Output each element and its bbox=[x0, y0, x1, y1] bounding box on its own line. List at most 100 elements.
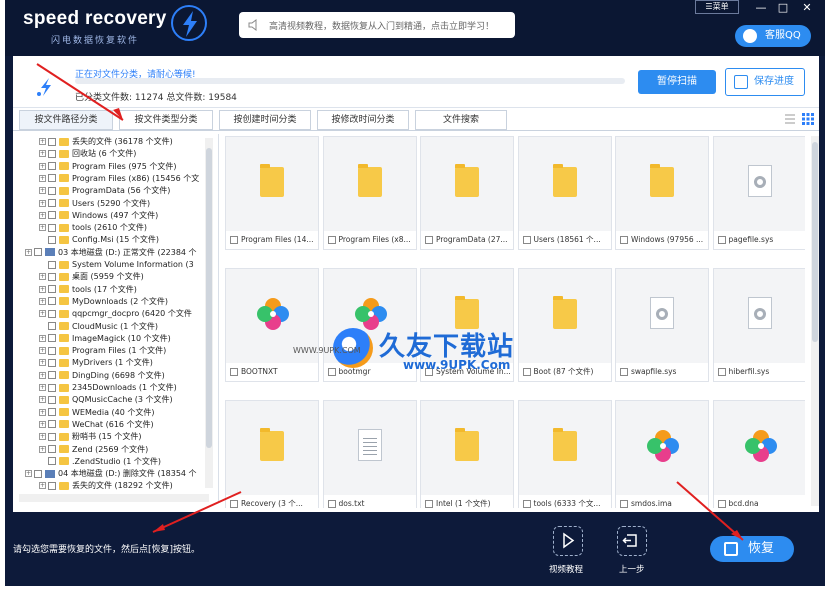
expand-icon[interactable]: + bbox=[39, 347, 46, 355]
tree-checkbox[interactable] bbox=[48, 223, 56, 232]
tree-checkbox[interactable] bbox=[48, 272, 56, 281]
tree-checkbox[interactable] bbox=[48, 309, 56, 318]
tree-checkbox[interactable] bbox=[48, 199, 56, 207]
file-card[interactable]: Users (18561 个... bbox=[517, 136, 612, 250]
tab-by-created-time[interactable]: 按创建时间分类 bbox=[219, 110, 311, 130]
tree-item[interactable]: + Zend (2569 个文件) bbox=[39, 444, 148, 456]
list-view-icon[interactable] bbox=[783, 112, 797, 126]
tree-item[interactable]: + tools (17 个文件) bbox=[39, 284, 137, 296]
tree-checkbox[interactable] bbox=[48, 371, 56, 380]
file-checkbox[interactable] bbox=[230, 368, 238, 376]
tree-checkbox[interactable] bbox=[48, 445, 56, 453]
menu-button[interactable]: ☰菜单 bbox=[695, 0, 739, 14]
file-checkbox[interactable] bbox=[620, 368, 628, 376]
expand-icon[interactable]: + bbox=[39, 334, 46, 342]
file-card[interactable]: swapfile.sys bbox=[615, 268, 709, 382]
tree-item[interactable]: + Users (5290 个文件) bbox=[39, 198, 150, 210]
file-checkbox[interactable] bbox=[717, 368, 726, 376]
file-card[interactable]: dos.txt bbox=[322, 400, 417, 508]
tab-file-search[interactable]: 文件搜索 bbox=[415, 110, 507, 130]
expand-icon[interactable]: + bbox=[39, 445, 46, 453]
expand-icon[interactable]: + bbox=[39, 408, 46, 416]
file-card[interactable]: tools (6333 个文... bbox=[517, 400, 612, 508]
tree-item[interactable]: .ZendStudio (1 个文件) bbox=[39, 456, 161, 468]
tree-checkbox[interactable] bbox=[48, 358, 56, 367]
tree-checkbox[interactable] bbox=[48, 322, 56, 330]
tree-checkbox[interactable] bbox=[48, 408, 56, 417]
expand-icon[interactable]: + bbox=[39, 433, 46, 441]
tree-item[interactable]: + Program Files (1 个文件) bbox=[39, 345, 166, 357]
file-checkbox[interactable] bbox=[327, 236, 336, 244]
tree-item[interactable]: + WeChat (616 个文件) bbox=[39, 419, 154, 431]
file-checkbox[interactable] bbox=[230, 236, 238, 244]
maximize-button[interactable]: □ bbox=[775, 0, 791, 18]
tree-checkbox[interactable] bbox=[48, 383, 56, 392]
file-card[interactable]: pagefile.sys bbox=[712, 136, 805, 250]
tree-checkbox[interactable] bbox=[48, 211, 56, 220]
file-checkbox[interactable] bbox=[327, 500, 336, 508]
tree-scrollbar-thumb[interactable] bbox=[206, 148, 212, 448]
tree-item[interactable]: +04 本地磁盘 (D:) 删除文件 (18354 个 bbox=[25, 468, 197, 480]
tree-checkbox[interactable] bbox=[48, 432, 56, 441]
tree-checkbox[interactable] bbox=[48, 395, 56, 404]
tree-checkbox[interactable] bbox=[48, 149, 56, 158]
tree-item[interactable]: + ProgramData (56 个文件) bbox=[39, 185, 170, 197]
tree-item[interactable]: + Program Files (975 个文件) bbox=[39, 161, 176, 173]
tree-checkbox[interactable] bbox=[48, 481, 56, 490]
customer-service-qq-button[interactable]: 客服QQ bbox=[735, 25, 811, 47]
file-card[interactable]: BOOTNXT bbox=[225, 268, 319, 382]
tree-item[interactable]: + WEMedia (40 个文件) bbox=[39, 407, 155, 419]
tree-item[interactable]: + tools (2610 个文件) bbox=[39, 222, 147, 234]
expand-icon[interactable]: + bbox=[25, 470, 32, 478]
tree-checkbox[interactable] bbox=[48, 297, 56, 306]
expand-icon[interactable]: + bbox=[39, 199, 46, 207]
tree-item[interactable]: +2345Downloads (1 个文件) bbox=[39, 382, 177, 394]
expand-icon[interactable]: + bbox=[39, 310, 46, 318]
tree-checkbox[interactable] bbox=[48, 137, 56, 146]
tree-checkbox[interactable] bbox=[48, 420, 56, 429]
file-checkbox[interactable] bbox=[620, 236, 628, 244]
file-checkbox[interactable] bbox=[522, 236, 531, 244]
file-checkbox[interactable] bbox=[425, 500, 433, 508]
tree-checkbox[interactable] bbox=[48, 174, 56, 183]
expand-icon[interactable]: + bbox=[39, 384, 46, 391]
tree-checkbox[interactable] bbox=[48, 346, 56, 355]
expand-icon[interactable]: + bbox=[39, 187, 46, 195]
tree-item[interactable]: CloudMusic (1 个文件) bbox=[39, 321, 158, 333]
expand-icon[interactable]: + bbox=[39, 359, 46, 367]
tree-checkbox[interactable] bbox=[48, 285, 56, 294]
tree-item[interactable]: + ImageMagick (10 个文件) bbox=[39, 333, 171, 345]
tree-item[interactable]: + MyDownloads (2 个文件) bbox=[39, 296, 168, 308]
tree-checkbox[interactable] bbox=[48, 457, 56, 466]
tree-item[interactable]: + Windows (497 个文件) bbox=[39, 210, 158, 222]
tree-item[interactable]: + 回收站 (6 个文件) bbox=[39, 148, 136, 160]
tree-checkbox[interactable] bbox=[34, 248, 42, 257]
expand-icon[interactable]: + bbox=[39, 273, 46, 281]
grid-scrollbar-thumb[interactable] bbox=[812, 142, 818, 342]
minimize-button[interactable]: — bbox=[753, 0, 769, 18]
tab-by-modified-time[interactable]: 按修改时间分类 bbox=[317, 110, 409, 130]
file-card[interactable]: Program Files (14... bbox=[225, 136, 319, 250]
tree-item[interactable]: + 丢失的文件 (36178 个文件) bbox=[39, 136, 173, 148]
tree-item[interactable]: + qqpcmgr_docpro (6420 个文件 bbox=[39, 308, 192, 320]
tree-checkbox[interactable] bbox=[48, 334, 56, 343]
file-checkbox[interactable] bbox=[717, 236, 726, 244]
file-checkbox[interactable] bbox=[425, 236, 433, 244]
tree-checkbox[interactable] bbox=[34, 469, 42, 478]
file-checkbox[interactable] bbox=[522, 368, 531, 376]
tree-checkbox[interactable] bbox=[48, 260, 56, 269]
expand-icon[interactable]: + bbox=[39, 162, 46, 170]
back-button[interactable] bbox=[617, 526, 647, 556]
expand-icon[interactable]: + bbox=[39, 285, 46, 293]
tree-item[interactable]: + 粉哨书 (15 个文件) bbox=[39, 431, 142, 443]
tree-item[interactable]: + Program Files (x86) (15456 个文 bbox=[39, 173, 199, 185]
tree-item[interactable]: + QQMusicCache (3 个文件) bbox=[39, 394, 173, 406]
tree-item[interactable]: +03 本地磁盘 (D:) 正常文件 (22384 个 bbox=[25, 247, 197, 259]
file-card[interactable]: hiberfil.sys bbox=[712, 268, 805, 382]
tree-item[interactable]: + DingDing (6698 个文件) bbox=[39, 370, 165, 382]
file-card[interactable]: Intel (1 个文件) bbox=[420, 400, 514, 508]
tree-item[interactable]: Config.Msi (15 个文件) bbox=[39, 234, 159, 246]
tree-item[interactable]: + MyDrivers (1 个文件) bbox=[39, 357, 153, 369]
tree-checkbox[interactable] bbox=[48, 235, 56, 244]
expand-icon[interactable]: + bbox=[25, 248, 32, 256]
